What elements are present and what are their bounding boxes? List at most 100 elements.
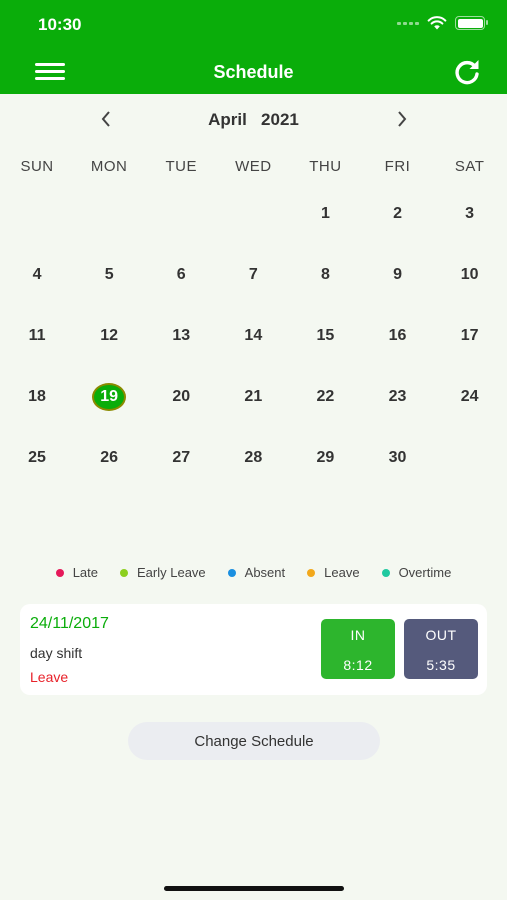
- calendar-day-number: 15: [316, 326, 335, 344]
- legend-label: Early Leave: [137, 565, 206, 580]
- legend-item: Late: [55, 565, 98, 580]
- check-in-time: 8:12: [343, 657, 373, 673]
- calendar-day[interactable]: 29: [289, 427, 361, 488]
- calendar-day[interactable]: 26: [73, 427, 145, 488]
- calendar-day-number: 8: [320, 265, 330, 283]
- check-out-time: 5:35: [426, 657, 456, 673]
- signal-icon: [397, 21, 419, 25]
- calendar-day-empty: [73, 183, 145, 244]
- record-shift: day shift: [30, 645, 83, 661]
- calendar-day[interactable]: 18: [1, 366, 73, 427]
- month-year-label: April 2021: [0, 110, 507, 130]
- calendar-day[interactable]: 1: [289, 183, 361, 244]
- calendar-day-number: 19: [92, 382, 127, 411]
- calendar-day-number: 10: [460, 265, 479, 283]
- calendar-day[interactable]: 17: [434, 305, 506, 366]
- calendar-day[interactable]: 14: [217, 305, 289, 366]
- calendar-day-number: 2: [393, 204, 402, 222]
- calendar-day[interactable]: 2: [361, 183, 433, 244]
- weekday-tue: TUE: [165, 158, 197, 175]
- app-header: 10:30 Schedule: [0, 0, 507, 94]
- calendar-day[interactable]: 13: [145, 305, 217, 366]
- change-schedule-button[interactable]: Change Schedule: [128, 722, 380, 760]
- calendar-day-number: 1: [320, 204, 330, 222]
- month-navigation: April 2021: [0, 106, 507, 136]
- calendar-day-number: 24: [460, 387, 479, 405]
- month-label: April: [208, 110, 247, 129]
- calendar-day-number: 13: [172, 326, 191, 344]
- calendar-day-number: 30: [388, 448, 407, 466]
- check-out-label: OUT: [425, 627, 457, 643]
- calendar-day[interactable]: 7: [217, 244, 289, 305]
- calendar-day[interactable]: 23: [361, 366, 433, 427]
- calendar-day-number: 4: [32, 265, 42, 283]
- calendar-day[interactable]: 9: [361, 244, 433, 305]
- calendar-day[interactable]: 25: [1, 427, 73, 488]
- calendar-day[interactable]: 12: [73, 305, 145, 366]
- legend-item: Leave: [307, 565, 360, 580]
- next-month-button[interactable]: [390, 108, 414, 134]
- calendar-day[interactable]: 8: [289, 244, 361, 305]
- weekday-fri: FRI: [384, 158, 411, 175]
- calendar-day-number: 7: [248, 265, 258, 283]
- calendar-day[interactable]: 6: [145, 244, 217, 305]
- status-icons: [397, 16, 488, 30]
- calendar-day[interactable]: 30: [361, 427, 433, 488]
- calendar-day-empty: [217, 183, 289, 244]
- chevron-right-icon: [398, 111, 407, 127]
- calendar-day-number: 23: [388, 387, 407, 405]
- legend-dot-icon: [55, 568, 64, 577]
- home-indicator: [164, 886, 344, 891]
- weekday-header-row: SUN MON TUE WED THU FRI SAT: [1, 158, 506, 175]
- legend-dot-icon: [381, 568, 390, 577]
- weekday-wed: WED: [235, 158, 272, 175]
- calendar-day-number: 3: [465, 204, 475, 222]
- weekday-sun: SUN: [20, 158, 54, 175]
- calendar-day[interactable]: 3: [434, 183, 506, 244]
- legend-item: Absent: [227, 565, 286, 580]
- calendar-day-empty: [145, 183, 217, 244]
- battery-icon: [455, 16, 488, 30]
- legend-dot-icon: [227, 568, 236, 577]
- calendar-day[interactable]: 16: [361, 305, 433, 366]
- calendar-day-number: 29: [316, 448, 335, 466]
- calendar-day-number: 22: [316, 387, 335, 405]
- check-in-label: IN: [350, 627, 366, 643]
- calendar-day-empty: [1, 183, 73, 244]
- calendar-day[interactable]: 15: [289, 305, 361, 366]
- calendar-day-number: 16: [388, 326, 407, 344]
- legend-item: Overtime: [381, 565, 451, 580]
- calendar-day-grid: 1 2 3 4 5 6 7 8 9 10 11 12 13 14 15 16 17 18 19 20 21 22 23 24 2…: [1, 183, 506, 488]
- calendar-day[interactable]: 11: [1, 305, 73, 366]
- year-label: 2021: [261, 110, 299, 129]
- calendar-day-number: 9: [393, 265, 402, 283]
- calendar-day[interactable]: 4: [1, 244, 73, 305]
- calendar-day-number: 26: [100, 448, 119, 466]
- calendar-day[interactable]: 5: [73, 244, 145, 305]
- calendar-day-number: 18: [28, 387, 46, 405]
- weekday-mon: MON: [90, 158, 128, 175]
- legend-dot-icon: [120, 568, 128, 577]
- calendar-day[interactable]: 19: [73, 366, 145, 427]
- legend-label: Absent: [244, 565, 286, 580]
- calendar-day-number: 20: [172, 387, 191, 405]
- calendar-day-number: 12: [100, 326, 119, 344]
- calendar-day[interactable]: 22: [289, 366, 361, 427]
- calendar-day[interactable]: 20: [145, 366, 217, 427]
- check-in-box: IN 8:12: [321, 619, 395, 679]
- attendance-card[interactable]: 24/11/2017 day shift Leave IN 8:12 OUT 5…: [20, 604, 487, 695]
- calendar-day-empty: [434, 427, 506, 488]
- calendar-day[interactable]: 21: [217, 366, 289, 427]
- calendar-day[interactable]: 28: [217, 427, 289, 488]
- calendar-day-number: 27: [172, 448, 191, 466]
- calendar-day[interactable]: 27: [145, 427, 217, 488]
- calendar-day[interactable]: 24: [434, 366, 506, 427]
- refresh-icon[interactable]: [452, 58, 482, 86]
- check-out-box: OUT 5:35: [404, 619, 478, 679]
- calendar-day[interactable]: 10: [434, 244, 506, 305]
- record-date: 24/11/2017: [30, 615, 109, 632]
- page-title: Schedule: [213, 62, 294, 82]
- calendar-day-number: 25: [28, 448, 46, 466]
- calendar-day-number: 21: [244, 387, 263, 405]
- weekday-sat: SAT: [454, 158, 485, 175]
